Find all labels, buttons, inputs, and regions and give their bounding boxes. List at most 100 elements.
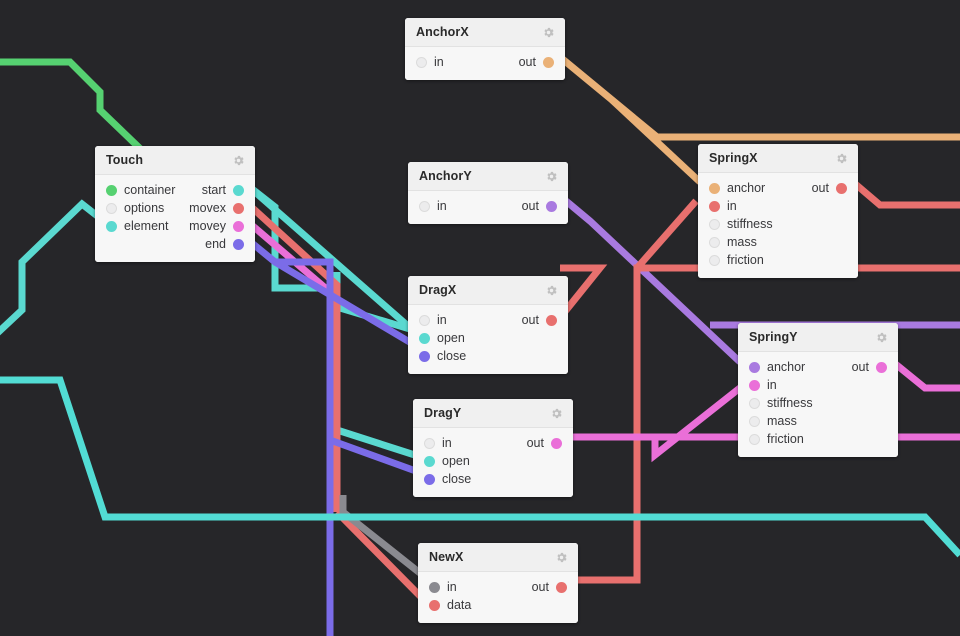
port-dot-in[interactable] bbox=[429, 599, 440, 611]
port-row: friction bbox=[738, 430, 898, 448]
port-dot-in[interactable] bbox=[749, 379, 760, 391]
wire-springy-out[interactable] bbox=[890, 359, 960, 392]
port-dot-out[interactable] bbox=[556, 581, 567, 593]
wire-newx-out-up[interactable] bbox=[634, 198, 699, 271]
port-label: out bbox=[521, 313, 539, 327]
node-touch[interactable]: Touch container start options movex elem… bbox=[95, 146, 255, 262]
port-dot-out[interactable] bbox=[233, 238, 244, 250]
gear-icon[interactable] bbox=[835, 152, 848, 165]
port-dot-out[interactable] bbox=[551, 437, 562, 449]
gear-icon[interactable] bbox=[545, 284, 558, 297]
node-springy[interactable]: SpringY anchor out in stiffness mass fri… bbox=[738, 323, 898, 457]
port-label: in bbox=[442, 436, 452, 450]
port-dot-in[interactable] bbox=[709, 254, 720, 266]
port-dot-in[interactable] bbox=[416, 56, 427, 68]
gear-icon[interactable] bbox=[545, 170, 558, 183]
port-row: in bbox=[738, 376, 898, 394]
port-dot-in[interactable] bbox=[749, 415, 760, 427]
port-dot-out[interactable] bbox=[546, 200, 557, 212]
node-springx[interactable]: SpringX anchor out in stiffness mass fri… bbox=[698, 144, 858, 278]
gear-icon[interactable] bbox=[875, 331, 888, 344]
port-dot-out[interactable] bbox=[233, 184, 244, 196]
port-dot-in[interactable] bbox=[419, 332, 430, 344]
port-row: in bbox=[698, 197, 858, 215]
port-row: friction bbox=[698, 251, 858, 269]
port-label: in bbox=[437, 199, 447, 213]
port-label: out bbox=[518, 55, 536, 69]
port-dot-out[interactable] bbox=[543, 56, 554, 68]
port-label: out bbox=[526, 436, 544, 450]
node-body: in out data bbox=[418, 572, 578, 623]
port-label: data bbox=[447, 598, 472, 612]
node-header: DragY bbox=[413, 399, 573, 428]
port-label: in bbox=[767, 378, 777, 392]
gear-icon[interactable] bbox=[232, 154, 245, 167]
port-dot-out[interactable] bbox=[233, 220, 244, 232]
port-label: close bbox=[437, 349, 467, 363]
port-row: in out bbox=[408, 311, 568, 329]
port-dot-in[interactable] bbox=[106, 220, 117, 232]
port-label: out bbox=[531, 580, 549, 594]
port-row: in out bbox=[413, 434, 573, 452]
port-dot-in[interactable] bbox=[106, 184, 117, 196]
port-dot-in[interactable] bbox=[419, 200, 430, 212]
port-dot-out[interactable] bbox=[876, 361, 887, 373]
port-label: in bbox=[727, 199, 737, 213]
node-body: in out bbox=[405, 47, 565, 80]
node-newx[interactable]: NewX in out data bbox=[418, 543, 578, 623]
port-dot-in[interactable] bbox=[429, 581, 440, 593]
port-dot-in[interactable] bbox=[749, 361, 760, 373]
port-dot-in[interactable] bbox=[424, 437, 435, 449]
port-row: container start bbox=[95, 181, 255, 199]
node-dragy[interactable]: DragY in out open close bbox=[413, 399, 573, 497]
port-label: movex bbox=[189, 201, 226, 215]
node-header: SpringY bbox=[738, 323, 898, 352]
wire-anchorx-springx-anchor[interactable] bbox=[609, 97, 703, 185]
port-row: anchor out bbox=[738, 358, 898, 376]
port-label: out bbox=[851, 360, 869, 374]
port-label: in bbox=[437, 313, 447, 327]
node-title: SpringY bbox=[749, 330, 798, 344]
node-dragx[interactable]: DragX in out open close bbox=[408, 276, 568, 374]
node-title: DragY bbox=[424, 406, 462, 420]
wire-movex-newx-data[interactable] bbox=[334, 509, 427, 603]
gear-icon[interactable] bbox=[542, 26, 555, 39]
gear-icon[interactable] bbox=[555, 551, 568, 564]
port-dot-in[interactable] bbox=[424, 455, 435, 467]
port-dot-in[interactable] bbox=[709, 236, 720, 248]
port-dot-out[interactable] bbox=[233, 202, 244, 214]
port-dot-in[interactable] bbox=[749, 397, 760, 409]
port-label: anchor bbox=[727, 181, 766, 195]
port-label: out bbox=[811, 181, 829, 195]
port-dot-in[interactable] bbox=[749, 433, 760, 445]
wire-gray-newx-in[interactable] bbox=[339, 495, 433, 584]
node-title: AnchorY bbox=[419, 169, 472, 183]
port-dot-in[interactable] bbox=[709, 200, 720, 212]
wire-springx-out[interactable] bbox=[850, 179, 960, 209]
port-label: in bbox=[447, 580, 457, 594]
port-label: options bbox=[124, 201, 165, 215]
port-label: stiffness bbox=[767, 396, 813, 410]
port-dot-in[interactable] bbox=[424, 473, 435, 485]
port-dot-in[interactable] bbox=[419, 350, 430, 362]
port-dot-out[interactable] bbox=[836, 182, 847, 194]
port-label: in bbox=[434, 55, 444, 69]
wire-dragy-out-springy-in[interactable] bbox=[568, 377, 753, 463]
port-dot-out[interactable] bbox=[546, 314, 557, 326]
port-row: stiffness bbox=[698, 215, 858, 233]
port-dot-in[interactable] bbox=[419, 314, 430, 326]
node-graph-canvas[interactable]: AnchorX in out Touch container start opt… bbox=[0, 0, 960, 636]
port-dot-in[interactable] bbox=[709, 218, 720, 230]
port-label: mass bbox=[767, 414, 797, 428]
node-anchory[interactable]: AnchorY in out bbox=[408, 162, 568, 224]
wire-touch-end[interactable] bbox=[244, 236, 334, 636]
port-dot-in[interactable] bbox=[106, 202, 117, 214]
port-label: friction bbox=[767, 432, 804, 446]
port-dot-in[interactable] bbox=[709, 182, 720, 194]
port-row: mass bbox=[698, 233, 858, 251]
wire-anchorx-out[interactable] bbox=[557, 54, 960, 141]
node-anchorx[interactable]: AnchorX in out bbox=[405, 18, 565, 80]
port-label: close bbox=[442, 472, 472, 486]
gear-icon[interactable] bbox=[550, 407, 563, 420]
wire-element-in[interactable] bbox=[0, 199, 108, 340]
